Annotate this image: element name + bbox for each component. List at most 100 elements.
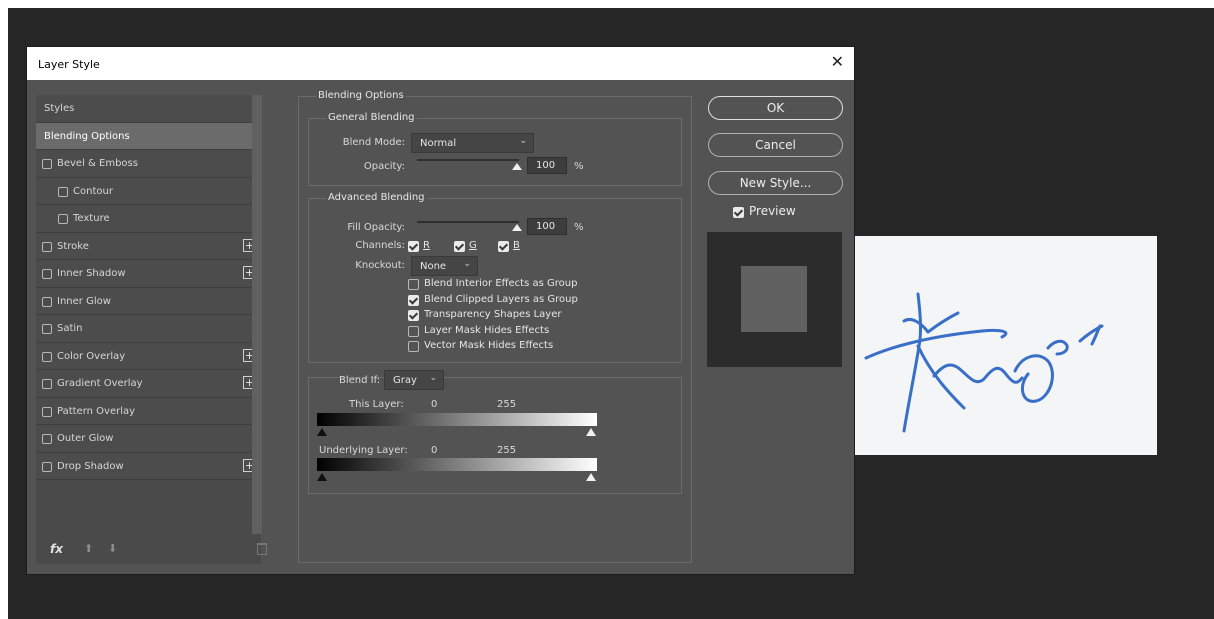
fx-icon[interactable]: fx — [50, 542, 63, 556]
this-layer-black-slider[interactable] — [317, 428, 327, 436]
advanced-option-label: Transparency Shapes Layer — [424, 309, 562, 320]
ok-button[interactable]: OK — [708, 96, 843, 120]
style-checkbox[interactable] — [42, 379, 52, 389]
new-style-button[interactable]: New Style... — [708, 171, 843, 195]
underlying-layer-high: 255 — [497, 445, 517, 456]
underlying-layer-label: Underlying Layer: — [319, 445, 408, 456]
style-item-label: Stroke — [57, 240, 89, 252]
style-checkbox[interactable] — [42, 159, 52, 169]
style-item-contour[interactable]: Contour — [36, 177, 261, 205]
style-preview-inner — [741, 266, 807, 332]
style-item-color-overlay[interactable]: Color Overlay + — [36, 342, 261, 370]
dialog-title: Layer Style — [38, 58, 100, 71]
styles-header[interactable]: Styles — [36, 95, 261, 123]
dialog-titlebar: Layer Style ✕ — [27, 47, 854, 80]
underlying-white-slider[interactable] — [586, 473, 596, 481]
style-checkbox[interactable] — [42, 351, 52, 362]
signature-artwork — [864, 292, 1104, 433]
style-checkbox[interactable] — [58, 186, 68, 197]
style-item-pattern-overlay[interactable]: Pattern Overlay — [36, 397, 261, 425]
style-item-label: Bevel & Emboss — [57, 158, 138, 169]
this-layer-low: 0 — [431, 399, 438, 410]
this-layer-label: This Layer: — [349, 399, 404, 410]
channel-b-checkbox[interactable] — [498, 241, 509, 252]
advanced-blending-title: Advanced Blending — [326, 192, 427, 203]
style-item-label: Blending Options — [44, 130, 130, 142]
style-item-inner-shadow[interactable]: Inner Shadow + — [36, 260, 261, 288]
blend-mode-select[interactable]: Normal ⌄ — [411, 133, 534, 153]
style-item-label: Inner Glow — [57, 295, 111, 307]
close-icon[interactable]: ✕ — [831, 54, 844, 70]
style-item-gradient-overlay[interactable]: Gradient Overlay + — [36, 370, 261, 398]
advanced-option-label: Vector Mask Hides Effects — [424, 340, 554, 351]
opacity-label: Opacity: — [363, 161, 405, 172]
style-item-label: Color Overlay — [57, 350, 126, 362]
style-checkbox[interactable] — [42, 461, 52, 472]
style-item-label: Satin — [57, 323, 83, 334]
channel-r-checkbox[interactable] — [408, 241, 419, 252]
style-item-stroke[interactable]: Stroke + — [36, 232, 261, 260]
fill-opacity-input[interactable]: 100 — [527, 218, 567, 235]
style-item-label: Inner Shadow — [57, 268, 126, 279]
advanced-option-checkbox[interactable] — [408, 279, 419, 290]
blend-if-select[interactable]: Gray ⌄ — [384, 370, 444, 390]
advanced-option-label: Blend Interior Effects as Group — [424, 278, 578, 289]
styles-scrollbar[interactable] — [252, 95, 262, 534]
underlying-black-slider[interactable] — [317, 473, 327, 481]
style-item-texture[interactable]: Texture — [36, 205, 261, 233]
style-checkbox[interactable] — [42, 434, 52, 444]
this-layer-gradient[interactable] — [317, 413, 597, 426]
style-item-inner-glow[interactable]: Inner Glow — [36, 287, 261, 315]
blend-if-label: Blend If: — [339, 375, 381, 386]
blending-options-panel: Blending Options General Blending Blend … — [298, 90, 692, 563]
styles-panel: Styles Blending Options Bevel & Emboss Con… — [36, 95, 267, 564]
document-canvas-signature[interactable] — [852, 236, 1157, 455]
advanced-option-checkbox[interactable] — [408, 294, 419, 306]
style-item-label: Outer Glow — [57, 433, 114, 444]
blend-mode-label: Blend Mode: — [342, 137, 405, 148]
channel-r-label: R — [423, 240, 430, 251]
advanced-option-checkbox[interactable] — [408, 341, 419, 352]
advanced-option-checkbox[interactable] — [408, 310, 419, 321]
underlying-layer-low: 0 — [431, 445, 438, 456]
style-item-blending-options[interactable]: Blending Options — [36, 122, 261, 150]
trash-icon[interactable] — [257, 543, 267, 555]
this-layer-high: 255 — [497, 399, 517, 410]
move-up-icon[interactable]: ⬆ — [84, 542, 93, 555]
general-blending-group: General Blending Blend Mode: Normal ⌄ Op… — [308, 112, 682, 186]
advanced-option-checkbox[interactable] — [408, 325, 419, 337]
underlying-layer-gradient[interactable] — [317, 458, 597, 471]
preview-checkbox[interactable] — [733, 207, 744, 218]
fill-opacity-unit: % — [574, 222, 584, 233]
move-down-icon[interactable]: ⬇ — [108, 542, 117, 555]
style-item-label: Texture — [73, 213, 110, 224]
style-checkbox[interactable] — [58, 214, 68, 224]
chevron-down-icon: ⌄ — [519, 136, 527, 146]
style-item-bevel-emboss[interactable]: Bevel & Emboss — [36, 150, 261, 178]
style-checkbox[interactable] — [42, 324, 52, 334]
style-item-label: Contour — [73, 185, 113, 197]
opacity-input[interactable]: 100 — [527, 157, 567, 174]
style-item-drop-shadow[interactable]: Drop Shadow + — [36, 452, 261, 480]
styles-list: Styles Blending Options Bevel & Emboss Con… — [36, 95, 261, 480]
styles-footer: fx ⬆ ⬇ — [36, 534, 267, 564]
fill-opacity-slider[interactable] — [417, 221, 519, 223]
opacity-slider[interactable] — [417, 159, 519, 161]
style-checkbox[interactable] — [42, 406, 52, 417]
style-item-label: Gradient Overlay — [57, 378, 143, 389]
style-item-outer-glow[interactable]: Outer Glow — [36, 425, 261, 453]
advanced-blending-group: Advanced Blending Fill Opacity: 100 % Ch… — [308, 192, 682, 363]
opacity-slider-knob[interactable] — [512, 163, 522, 170]
blending-options-title: Blending Options — [316, 90, 406, 101]
fill-opacity-label: Fill Opacity: — [347, 222, 405, 233]
channel-g-label: G — [469, 240, 477, 251]
style-item-satin[interactable]: Satin — [36, 315, 261, 343]
this-layer-white-slider[interactable] — [586, 428, 596, 436]
style-checkbox[interactable] — [42, 269, 52, 279]
style-checkbox[interactable] — [42, 296, 52, 307]
fill-opacity-slider-knob[interactable] — [512, 224, 522, 231]
channel-g-checkbox[interactable] — [454, 241, 465, 252]
knockout-select[interactable]: None ⌄ — [411, 256, 478, 276]
cancel-button[interactable]: Cancel — [708, 133, 843, 157]
style-checkbox[interactable] — [42, 241, 52, 252]
